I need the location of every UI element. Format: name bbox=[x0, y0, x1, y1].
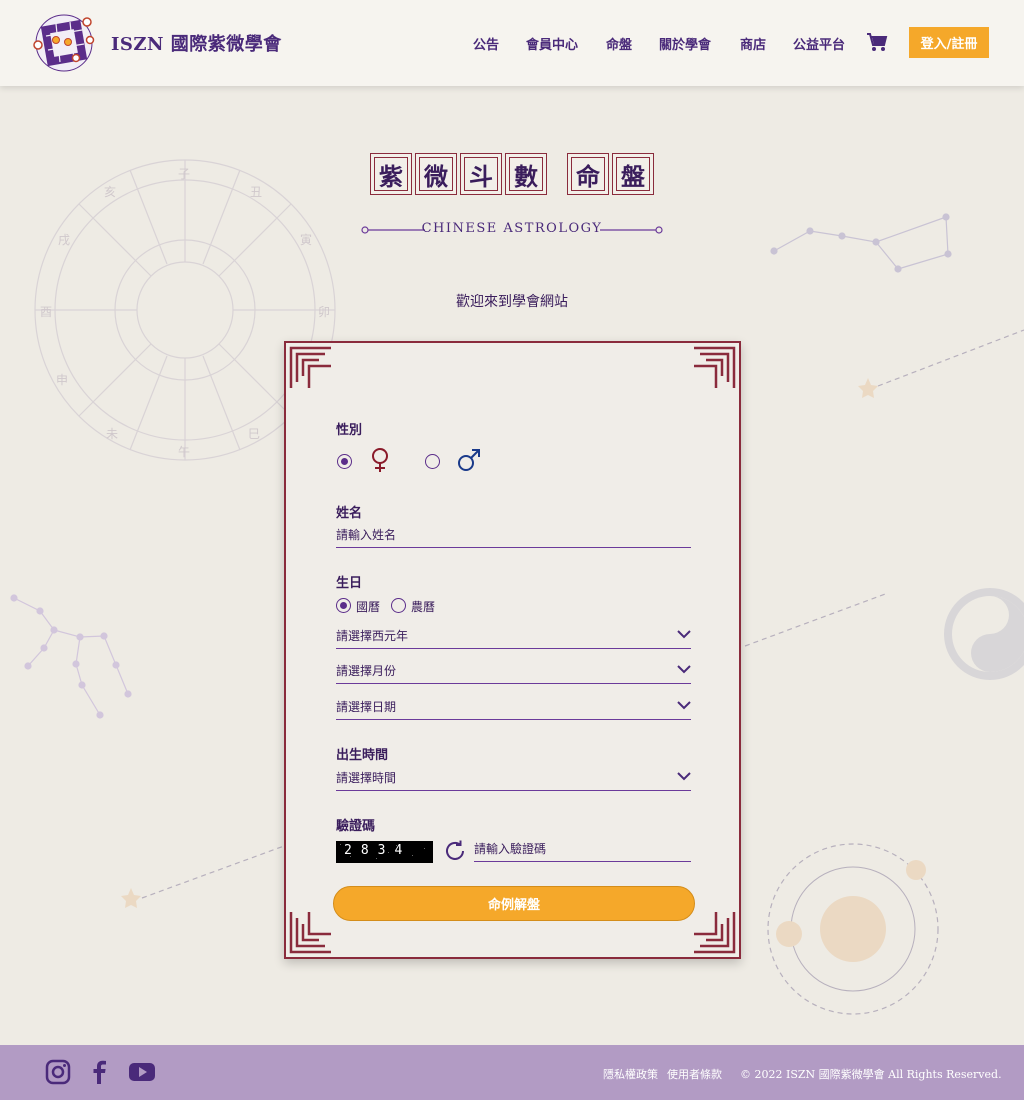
privacy-policy-link[interactable]: 隱私權政策 bbox=[603, 1066, 658, 1082]
instagram-icon[interactable] bbox=[45, 1059, 71, 1085]
birth-time-placeholder: 請選擇時間 bbox=[336, 771, 397, 785]
birthday-label: 生日 bbox=[336, 576, 363, 591]
facebook-icon[interactable] bbox=[86, 1059, 112, 1085]
svg-text:寅: 寅 bbox=[300, 232, 312, 247]
login-register-button[interactable]: 登入/註冊 bbox=[909, 27, 989, 58]
captcha-input[interactable] bbox=[474, 836, 691, 862]
cart-icon[interactable] bbox=[866, 32, 888, 52]
corner-ornament bbox=[289, 912, 331, 954]
gender-label: 性別 bbox=[336, 423, 363, 438]
name-label: 姓名 bbox=[336, 506, 363, 521]
title-char: 微 bbox=[415, 153, 457, 195]
title-char: 命 bbox=[567, 153, 609, 195]
subtitle: CHINESE ASTROLOGY bbox=[421, 221, 603, 236]
name-input[interactable] bbox=[336, 522, 691, 548]
nav-about[interactable]: 關於學會 bbox=[659, 34, 711, 53]
nav-chart[interactable]: 命盤 bbox=[606, 34, 632, 53]
birth-year-placeholder: 請選擇西元年 bbox=[336, 629, 409, 643]
birth-day-select[interactable]: 請選擇日期 bbox=[336, 694, 691, 720]
svg-text:午: 午 bbox=[178, 445, 190, 459]
site-header: ISZN 國際紫微學會 公告 會員中心 命盤 關於學會 商店 公益平台 登入/註… bbox=[0, 0, 1024, 86]
male-symbol-icon[interactable] bbox=[456, 447, 482, 473]
birth-time-label: 出生時間 bbox=[336, 748, 389, 763]
copyright-text: © 2022 ISZN 國際紫微學會 All Rights Reserved. bbox=[740, 1068, 1002, 1081]
corner-ornament bbox=[694, 346, 736, 388]
title-char: 紫 bbox=[370, 153, 412, 195]
planet-orbit-graphic bbox=[767, 843, 939, 1015]
yin-yang-graphic bbox=[944, 588, 1024, 680]
submit-chart-button[interactable]: 命例解盤 bbox=[333, 886, 695, 921]
svg-text:申: 申 bbox=[56, 373, 68, 387]
title-char: 盤 bbox=[612, 153, 654, 195]
svg-text:巳: 巳 bbox=[248, 427, 260, 441]
svg-text:未: 未 bbox=[106, 427, 118, 441]
calendar-lunar-label: 農曆 bbox=[411, 600, 436, 614]
calendar-lunar-radio[interactable] bbox=[391, 598, 406, 613]
welcome-text: 歡迎來到學會網站 bbox=[456, 294, 568, 310]
site-footer: 隱私權政策 使用者條款 © 2022 ISZN 國際紫微學會 All Right… bbox=[0, 1045, 1024, 1100]
nav-announcements[interactable]: 公告 bbox=[473, 34, 499, 53]
chevron-down-icon bbox=[677, 772, 691, 781]
title-char: 數 bbox=[505, 153, 547, 195]
nav-charity[interactable]: 公益平台 bbox=[793, 34, 845, 53]
nav-shop[interactable]: 商店 bbox=[740, 34, 766, 53]
birth-month-placeholder: 請選擇月份 bbox=[336, 664, 397, 678]
chevron-down-icon bbox=[677, 630, 691, 639]
nav-member-center[interactable]: 會員中心 bbox=[526, 34, 578, 53]
gender-female-radio[interactable] bbox=[337, 454, 352, 469]
female-symbol-icon[interactable] bbox=[367, 447, 393, 473]
calendar-solar-radio[interactable] bbox=[336, 598, 351, 613]
youtube-icon[interactable] bbox=[128, 1059, 156, 1085]
svg-text:丑: 丑 bbox=[250, 185, 262, 199]
svg-text:戌: 戌 bbox=[58, 233, 70, 247]
chart-form-card: 性別 姓名 生日 國曆 農曆 請選擇西元年 請選擇月份 請選擇日期 出生時間 請… bbox=[284, 341, 741, 959]
birth-month-select[interactable]: 請選擇月份 bbox=[336, 658, 691, 684]
terms-of-use-link[interactable]: 使用者條款 bbox=[667, 1066, 722, 1082]
title-char: 斗 bbox=[460, 153, 502, 195]
chevron-down-icon bbox=[677, 701, 691, 710]
svg-text:子: 子 bbox=[178, 167, 190, 181]
captcha-code: 2834 bbox=[344, 843, 412, 858]
logo-icon[interactable] bbox=[32, 12, 96, 74]
birth-day-placeholder: 請選擇日期 bbox=[336, 700, 397, 714]
corner-ornament bbox=[289, 346, 331, 388]
birth-year-select[interactable]: 請選擇西元年 bbox=[336, 623, 691, 649]
captcha-image: 2834 bbox=[336, 841, 433, 863]
subtitle-row: CHINESE ASTROLOGY bbox=[360, 221, 664, 239]
chevron-down-icon bbox=[677, 665, 691, 674]
brand-name[interactable]: ISZN 國際紫微學會 bbox=[111, 30, 282, 56]
captcha-label: 驗證碼 bbox=[336, 819, 376, 834]
gender-male-radio[interactable] bbox=[425, 454, 440, 469]
svg-text:亥: 亥 bbox=[104, 185, 116, 199]
corner-ornament bbox=[694, 912, 736, 954]
calendar-solar-label: 國曆 bbox=[356, 600, 381, 614]
refresh-captcha-icon[interactable] bbox=[443, 839, 467, 863]
birth-time-select[interactable]: 請選擇時間 bbox=[336, 765, 691, 791]
